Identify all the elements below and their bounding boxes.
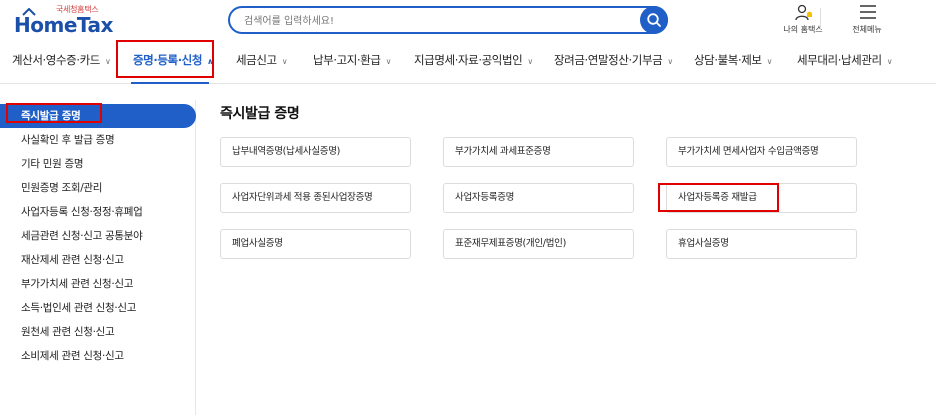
- sidebar-item-vat[interactable]: 부가가치세 관련 신청·신고: [0, 272, 196, 296]
- sidebar-item-instant-certificate[interactable]: 즉시발급 증명: [0, 104, 196, 128]
- nav-label: 세무대리·납세관리: [797, 53, 882, 67]
- nav-item-receipts[interactable]: 계산서·영수증·카드 ∨: [12, 52, 111, 68]
- card-business-registration[interactable]: 사업자등록증명: [443, 183, 634, 213]
- nav-label: 세금신고: [236, 53, 277, 67]
- sidebar-item-withholding-tax[interactable]: 원천세 관련 신청·신고: [0, 320, 196, 344]
- card-subordinate-business[interactable]: 사업자단위과세 적용 종된사업장증명: [220, 183, 411, 213]
- nav-item-consulting[interactable]: 상담·불복·제보 ∨: [694, 52, 773, 68]
- nav-item-tax-agent[interactable]: 세무대리·납세관리 ∨: [797, 52, 893, 68]
- nav-item-tax-filing[interactable]: 세금신고 ∨: [236, 52, 288, 68]
- sidebar-item-verified-certificate[interactable]: 사실확인 후 발급 증명: [0, 128, 196, 152]
- nav-label: 상담·불복·제보: [694, 53, 762, 67]
- logo-text: HomeTax: [14, 13, 113, 37]
- search-input[interactable]: [244, 12, 624, 30]
- sidebar-item-business-registration[interactable]: 사업자등록 신청·정정·휴폐업: [0, 200, 196, 224]
- chevron-down-icon: ∨: [104, 57, 111, 66]
- search-button[interactable]: [640, 6, 668, 34]
- card-financial-statements[interactable]: 표준재무제표증명(개인/법인): [443, 229, 634, 259]
- chevron-up-icon: ∧: [207, 57, 214, 66]
- nav-item-statements[interactable]: 지급명세·자료·공익법인 ∨: [414, 52, 533, 68]
- card-vat-tax-base[interactable]: 부가가치세 과세표준증명: [443, 137, 634, 167]
- hometax-logo[interactable]: 국세청홈택스 HomeTax: [14, 4, 124, 37]
- sidebar: 즉시발급 증명 사실확인 후 발급 증명 기타 민원 증명 민원증명 조회/관리…: [0, 100, 196, 415]
- nav-label: 지급명세·자료·공익법인: [414, 53, 523, 67]
- card-payment-history[interactable]: 납부내역증명(납세사실증명): [220, 137, 411, 167]
- nav-item-incentives[interactable]: 장려금·연말정산·기부금 ∨: [554, 52, 673, 68]
- nav-label: 장려금·연말정산·기부금: [554, 53, 663, 67]
- card-closure-certificate[interactable]: 폐업사실증명: [220, 229, 411, 259]
- chevron-down-icon: ∨: [766, 57, 773, 66]
- chevron-down-icon: ∨: [886, 57, 893, 66]
- sidebar-item-income-corporate-tax[interactable]: 소득·법인세 관련 신청·신고: [0, 296, 196, 320]
- hamburger-icon: [860, 5, 876, 19]
- sidebar-item-certificate-lookup[interactable]: 민원증명 조회/관리: [0, 176, 196, 200]
- chevron-down-icon: ∨: [385, 57, 392, 66]
- chevron-down-icon: ∨: [527, 57, 533, 66]
- top-header: 국세청홈택스 HomeTax 나의 홈택스 전체메뉴: [0, 0, 936, 38]
- search-icon: [647, 13, 661, 27]
- sidebar-item-consumption-tax[interactable]: 소비제세 관련 신청·신고: [0, 344, 196, 368]
- nav-item-certificates[interactable]: 증명·등록·신청 ∧: [133, 52, 214, 68]
- all-menu-button[interactable]: 전체메뉴: [842, 4, 892, 36]
- chevron-down-icon: ∨: [667, 57, 673, 66]
- nav-label: 납부·고지·환급: [313, 53, 381, 67]
- sidebar-item-property-tax[interactable]: 재산제세 관련 신청·신고: [0, 248, 196, 272]
- card-tax-exempt-income[interactable]: 부가가치세 면세사업자 수입금액증명: [666, 137, 857, 167]
- page-title: 즉시발급 증명: [220, 106, 300, 122]
- sidebar-item-common-filing[interactable]: 세금관련 신청·신고 공통분야: [0, 224, 196, 248]
- main-nav: 계산서·영수증·카드 ∨ 증명·등록·신청 ∧ 세금신고 ∨ 납부·고지·환급 ∨ 지급…: [0, 38, 936, 84]
- chevron-down-icon: ∨: [281, 57, 288, 66]
- sidebar-item-other-certificate[interactable]: 기타 민원 증명: [0, 152, 196, 176]
- user-bell-icon: [795, 4, 812, 21]
- card-suspension-certificate[interactable]: 휴업사실증명: [666, 229, 857, 259]
- nav-label: 증명·등록·신청: [133, 53, 203, 67]
- header-divider: [820, 8, 821, 30]
- nav-label: 계산서·영수증·카드: [12, 53, 100, 67]
- nav-item-payment[interactable]: 납부·고지·환급 ∨: [313, 52, 392, 68]
- card-registration-reissue[interactable]: 사업자등록증 재발급: [666, 183, 857, 213]
- search-bar: [228, 6, 668, 34]
- all-menu-label: 전체메뉴: [852, 25, 882, 34]
- active-nav-underline: [131, 82, 209, 84]
